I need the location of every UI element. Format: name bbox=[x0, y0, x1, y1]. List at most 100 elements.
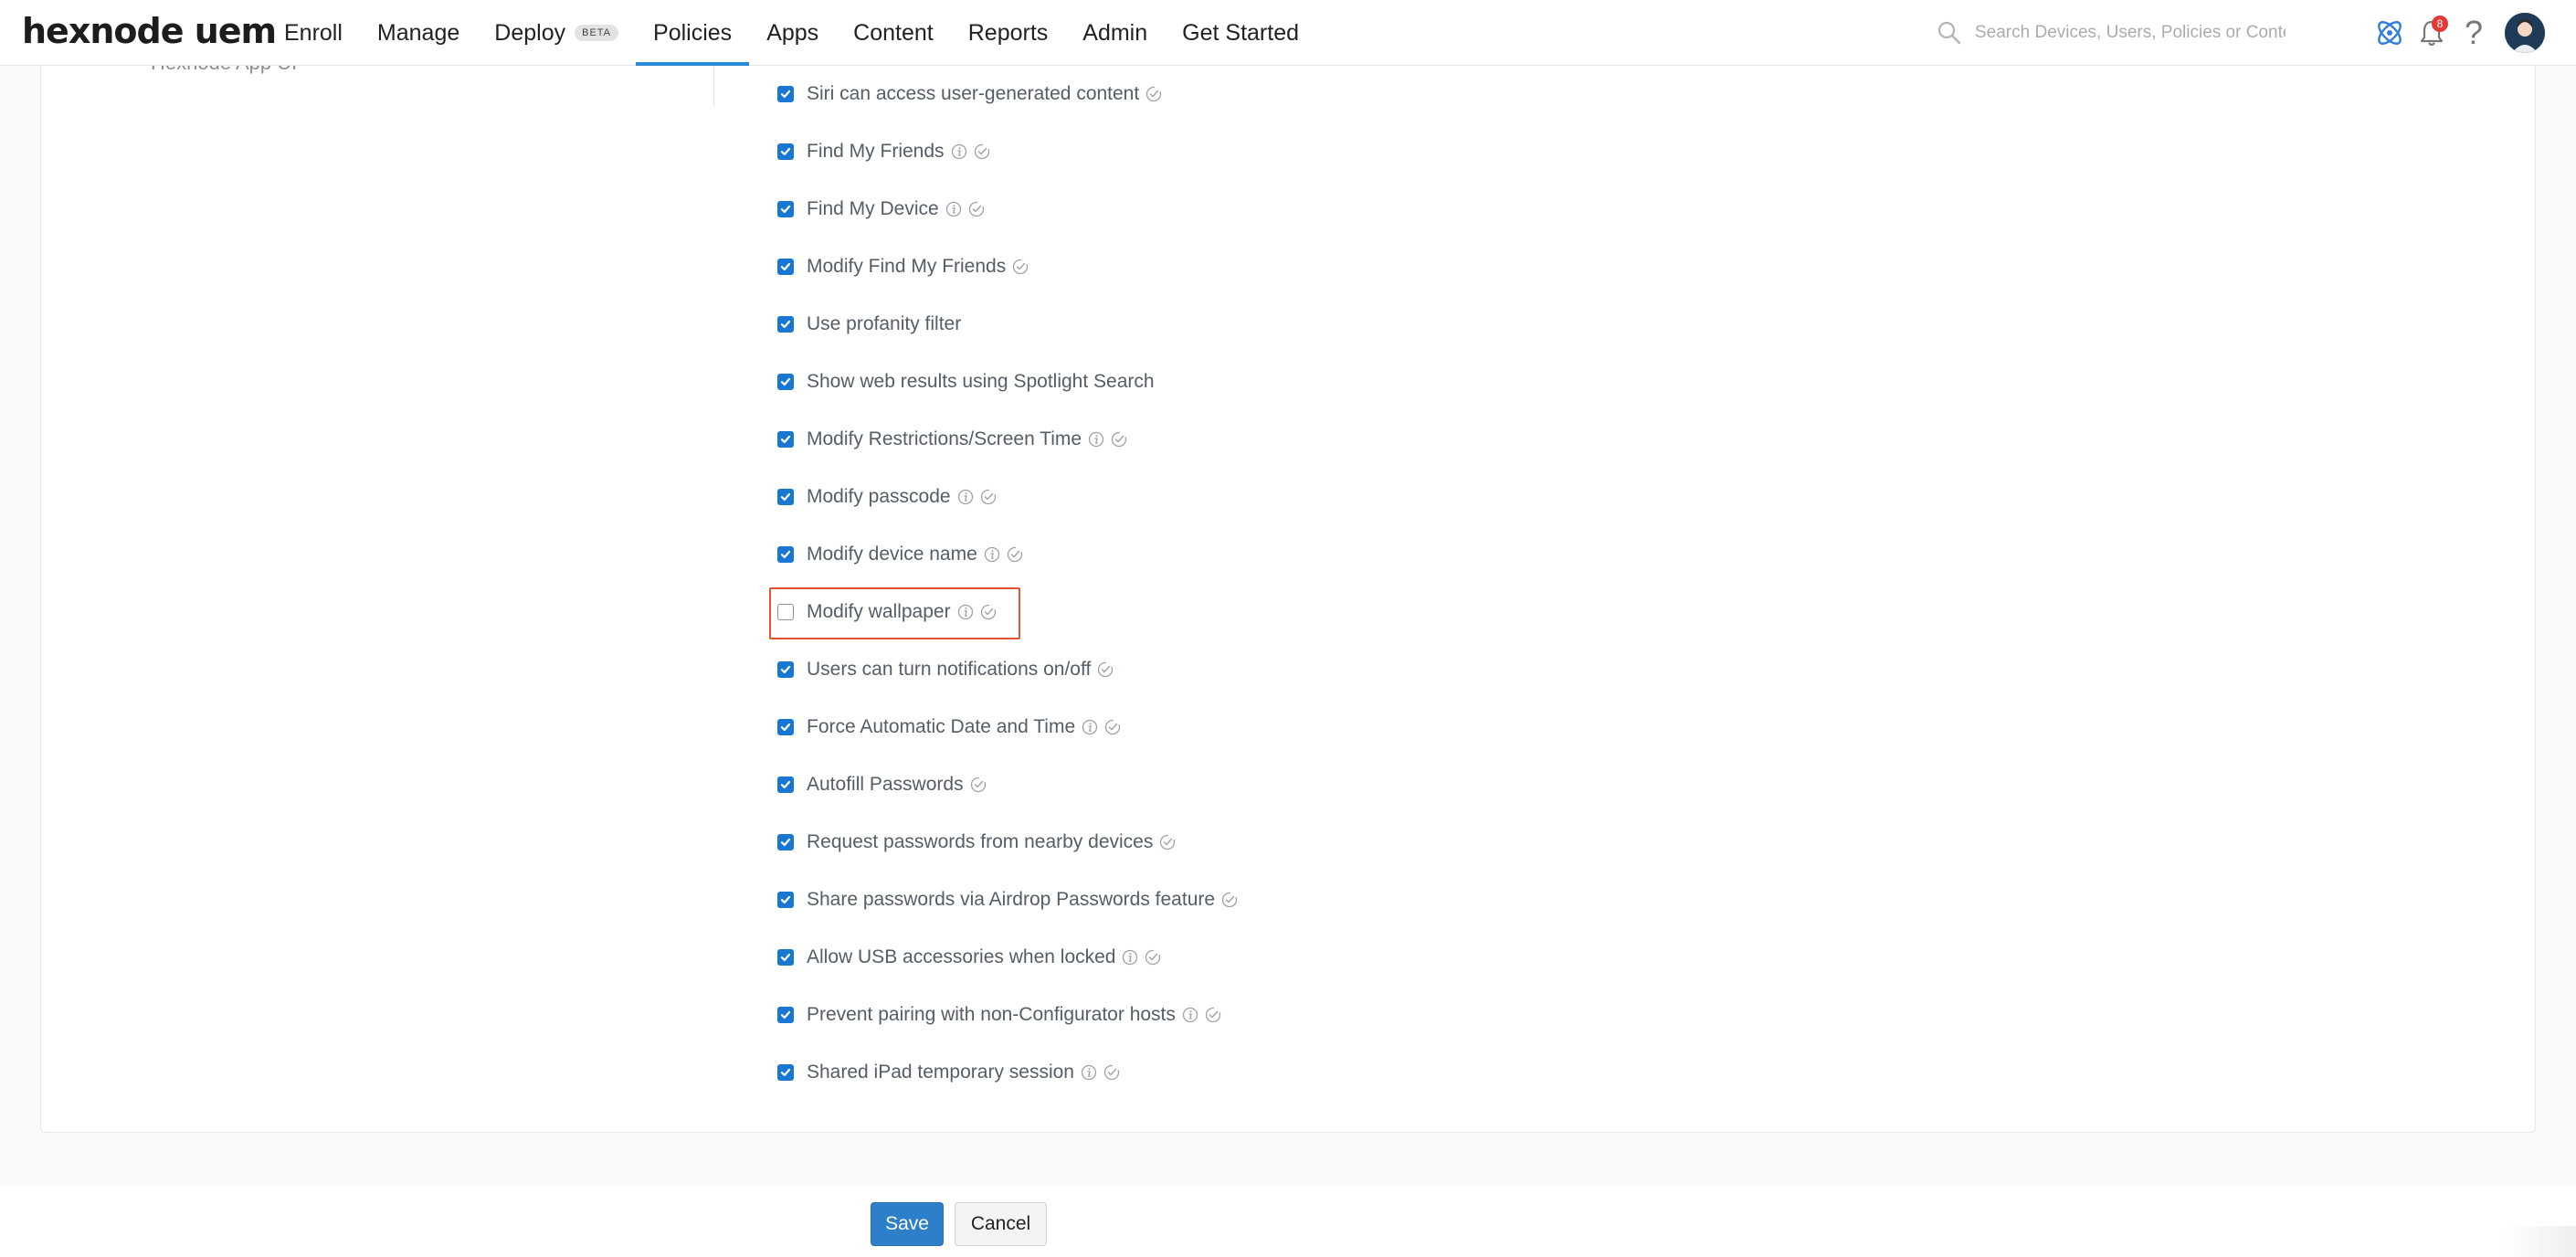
checkbox-checked[interactable] bbox=[777, 1064, 794, 1081]
network-icon[interactable] bbox=[2371, 15, 2408, 51]
info-icon[interactable] bbox=[1088, 431, 1104, 448]
restriction-label: Modify Restrictions/Screen Time bbox=[807, 428, 1082, 449]
restriction-option[interactable]: Shared iPad temporary session bbox=[777, 1059, 1120, 1086]
nav-label: Reports bbox=[967, 19, 1049, 46]
info-icon[interactable] bbox=[1081, 1064, 1097, 1081]
nav-apps[interactable]: Apps bbox=[749, 0, 836, 66]
top-navigation-bar: hexnode uem Enroll Manage Deploy BETA Polici… bbox=[0, 0, 2576, 66]
supervised-check-icon bbox=[1007, 546, 1023, 563]
restriction-label: Find My Device bbox=[807, 198, 939, 219]
restriction-label: Modify device name bbox=[807, 544, 977, 565]
supervised-check-icon bbox=[1205, 1007, 1221, 1023]
nav-label: Admin bbox=[1082, 19, 1148, 46]
checkbox-checked[interactable] bbox=[777, 489, 794, 505]
restriction-option[interactable]: Find My Friends bbox=[777, 138, 990, 165]
checkbox-checked[interactable] bbox=[777, 431, 794, 448]
restriction-option[interactable]: Modify Find My Friends bbox=[777, 253, 1029, 280]
supervised-check-icon bbox=[1145, 86, 1162, 102]
restriction-label: Use profanity filter bbox=[807, 313, 962, 334]
info-icon[interactable] bbox=[945, 201, 962, 217]
restriction-option[interactable]: Users can turn notifications on/off bbox=[777, 656, 1114, 683]
supervised-check-icon bbox=[1111, 431, 1127, 448]
cancel-button[interactable]: Cancel bbox=[955, 1202, 1047, 1246]
hexnode-logo[interactable]: hexnode uem bbox=[22, 5, 277, 57]
restriction-option[interactable]: Request passwords from nearby devices bbox=[777, 829, 1176, 856]
restriction-option[interactable]: Modify Restrictions/Screen Time bbox=[777, 426, 1127, 453]
info-icon[interactable] bbox=[1122, 949, 1138, 966]
info-icon[interactable] bbox=[1082, 719, 1098, 735]
nav-label: Policies bbox=[653, 19, 733, 46]
restriction-label: Modify passcode bbox=[807, 486, 951, 507]
nav-label: Content bbox=[853, 19, 934, 46]
restriction-option[interactable]: Find My Device bbox=[777, 195, 985, 223]
checkbox-checked[interactable] bbox=[777, 776, 794, 793]
restriction-option[interactable]: Siri can access user-generated content bbox=[777, 80, 1162, 108]
checkbox-checked[interactable] bbox=[777, 316, 794, 333]
restriction-label: Autofill Passwords bbox=[807, 774, 964, 795]
supervised-check-icon bbox=[968, 201, 985, 217]
notification-count-badge: 8 bbox=[2432, 16, 2448, 32]
nav-get-started[interactable]: Get Started bbox=[1165, 0, 1316, 66]
info-icon[interactable] bbox=[957, 489, 974, 505]
info-icon[interactable] bbox=[984, 546, 1000, 563]
supervised-check-icon bbox=[1159, 834, 1176, 850]
restriction-label: Show web results using Spotlight Search bbox=[807, 371, 1155, 392]
checkbox-checked[interactable] bbox=[777, 259, 794, 275]
nav-policies[interactable]: Policies bbox=[636, 0, 750, 66]
beta-badge: BETA bbox=[575, 25, 619, 41]
supervised-check-icon bbox=[970, 776, 987, 793]
save-button[interactable]: Save bbox=[871, 1202, 944, 1246]
nav-deploy[interactable]: Deploy BETA bbox=[477, 0, 636, 66]
checkbox-checked[interactable] bbox=[777, 949, 794, 966]
restriction-option[interactable]: Modify passcode bbox=[777, 483, 997, 511]
highlight-box bbox=[769, 587, 1020, 639]
checkbox-checked[interactable] bbox=[777, 1007, 794, 1023]
form-footer bbox=[0, 1186, 2576, 1257]
restriction-option[interactable]: Force Automatic Date and Time bbox=[777, 713, 1121, 741]
supervised-check-icon bbox=[1103, 1064, 1120, 1081]
restriction-label: Siri can access user-generated content bbox=[807, 83, 1140, 104]
restriction-option[interactable]: Use profanity filter bbox=[777, 311, 961, 338]
info-icon[interactable] bbox=[951, 143, 967, 160]
nav-reports[interactable]: Reports bbox=[951, 0, 1066, 66]
checkbox-checked[interactable] bbox=[777, 546, 794, 563]
restriction-label: Users can turn notifications on/off bbox=[807, 659, 1092, 680]
nav-label: Enroll bbox=[284, 19, 343, 46]
checkbox-checked[interactable] bbox=[777, 892, 794, 908]
restriction-option[interactable]: Autofill Passwords bbox=[777, 771, 987, 798]
nav-label: Manage bbox=[376, 19, 460, 46]
restriction-option[interactable]: Share passwords via Airdrop Passwords fe… bbox=[777, 886, 1238, 914]
nav-manage[interactable]: Manage bbox=[360, 0, 477, 66]
checkbox-checked[interactable] bbox=[777, 719, 794, 735]
checkbox-checked[interactable] bbox=[777, 374, 794, 390]
bell-icon[interactable]: 8 bbox=[2413, 15, 2450, 51]
policy-content-card: Hexnode App UI bbox=[40, 0, 2536, 1133]
nav-admin[interactable]: Admin bbox=[1065, 0, 1165, 66]
nav-label: Apps bbox=[766, 19, 819, 46]
checkbox-checked[interactable] bbox=[777, 661, 794, 678]
restriction-option[interactable]: Show web results using Spotlight Search bbox=[777, 368, 1155, 396]
info-icon[interactable] bbox=[1182, 1007, 1198, 1023]
nav-enroll[interactable]: Enroll bbox=[267, 0, 360, 66]
restriction-option[interactable]: Prevent pairing with non-Configurator ho… bbox=[777, 1001, 1221, 1029]
checkbox-checked[interactable] bbox=[777, 86, 794, 102]
supervised-check-icon bbox=[1221, 892, 1238, 908]
checkbox-checked[interactable] bbox=[777, 143, 794, 160]
corner-decoration bbox=[2503, 1226, 2576, 1257]
search-input[interactable] bbox=[1975, 23, 2286, 43]
nav-content[interactable]: Content bbox=[836, 0, 951, 66]
supervised-check-icon bbox=[1145, 949, 1161, 966]
help-icon[interactable]: ? bbox=[2455, 15, 2492, 51]
checkbox-checked[interactable] bbox=[777, 834, 794, 850]
restriction-option[interactable]: Modify device name bbox=[777, 541, 1023, 568]
restriction-option[interactable]: Allow USB accessories when locked bbox=[777, 944, 1161, 971]
supervised-check-icon bbox=[980, 489, 997, 505]
restriction-label: Share passwords via Airdrop Passwords fe… bbox=[807, 889, 1216, 910]
top-right-icons: 8 ? bbox=[2371, 9, 2545, 57]
restriction-label: Shared iPad temporary session bbox=[807, 1062, 1074, 1083]
restriction-label: Request passwords from nearby devices bbox=[807, 831, 1154, 852]
checkbox-checked[interactable] bbox=[777, 201, 794, 217]
restriction-label: Allow USB accessories when locked bbox=[807, 946, 1116, 967]
sidebar-divider bbox=[713, 66, 714, 106]
user-avatar[interactable] bbox=[2505, 13, 2545, 53]
